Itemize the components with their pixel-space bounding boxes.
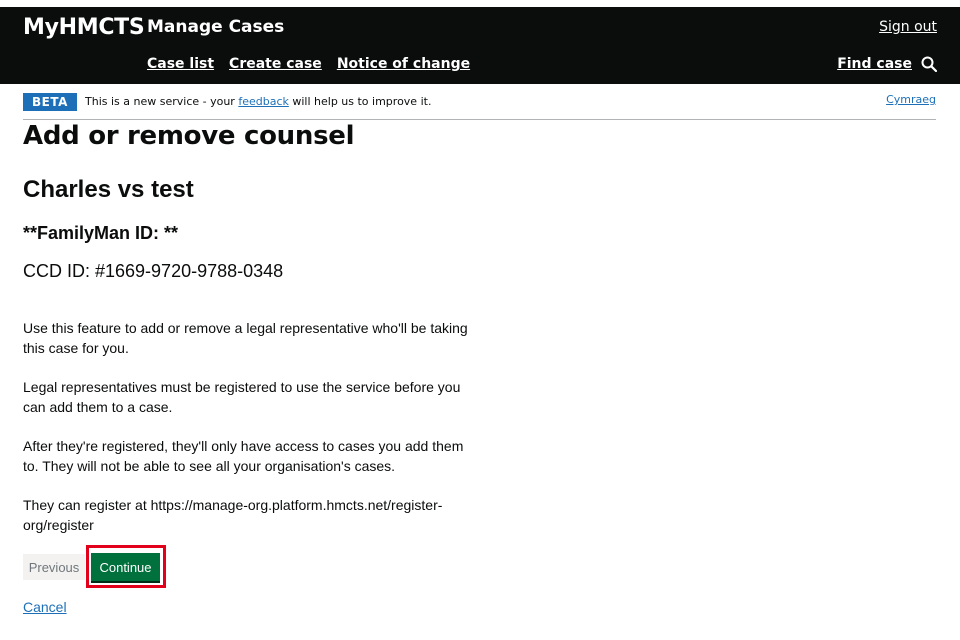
beta-text: This is a new service - your feedback wi… xyxy=(85,95,431,108)
previous-button[interactable]: Previous xyxy=(23,554,85,580)
brand-logo[interactable]: MyHMCTS xyxy=(23,15,145,40)
sign-out-link[interactable]: Sign out xyxy=(879,19,937,35)
service-name[interactable]: Manage Cases xyxy=(147,17,284,37)
info-paragraph-4: They can register at https://manage-org.… xyxy=(23,497,443,533)
nav-notice-of-change[interactable]: Notice of change xyxy=(337,56,470,72)
info-paragraph-3: After they're registered, they'll only h… xyxy=(23,438,464,474)
beta-text-after: will help us to improve it. xyxy=(288,95,432,108)
info-paragraph-1: Use this feature to add or remove a lega… xyxy=(23,320,468,356)
info-paragraph-2: Legal representatives must be registered… xyxy=(23,379,461,415)
beta-tag: BETA xyxy=(23,93,77,111)
cancel-link[interactable]: Cancel xyxy=(23,599,67,615)
familyman-id: **FamilyMan ID: ** xyxy=(23,223,179,243)
beta-text-before: This is a new service - your xyxy=(85,95,239,108)
nav-case-list[interactable]: Case list xyxy=(147,56,214,72)
feedback-link[interactable]: feedback xyxy=(238,95,289,108)
nav-create-case[interactable]: Create case xyxy=(229,56,322,72)
phase-banner: BETA This is a new service - your feedba… xyxy=(23,92,936,120)
case-name: Charles vs test xyxy=(23,176,194,203)
search-icon xyxy=(921,56,937,72)
continue-button[interactable]: Continue xyxy=(91,553,160,581)
find-case-link[interactable]: Find case xyxy=(837,56,937,72)
find-case-label: Find case xyxy=(837,56,912,72)
page-title: Add or remove counsel xyxy=(23,121,355,151)
ccd-id: CCD ID: #1669-9720-9788-0348 xyxy=(23,261,284,281)
language-toggle-link[interactable]: Cymraeg xyxy=(886,93,936,106)
primary-nav: Case list Create case Notice of change xyxy=(147,56,485,72)
site-header: MyHMCTS Manage Cases Sign out Case list … xyxy=(0,7,960,84)
